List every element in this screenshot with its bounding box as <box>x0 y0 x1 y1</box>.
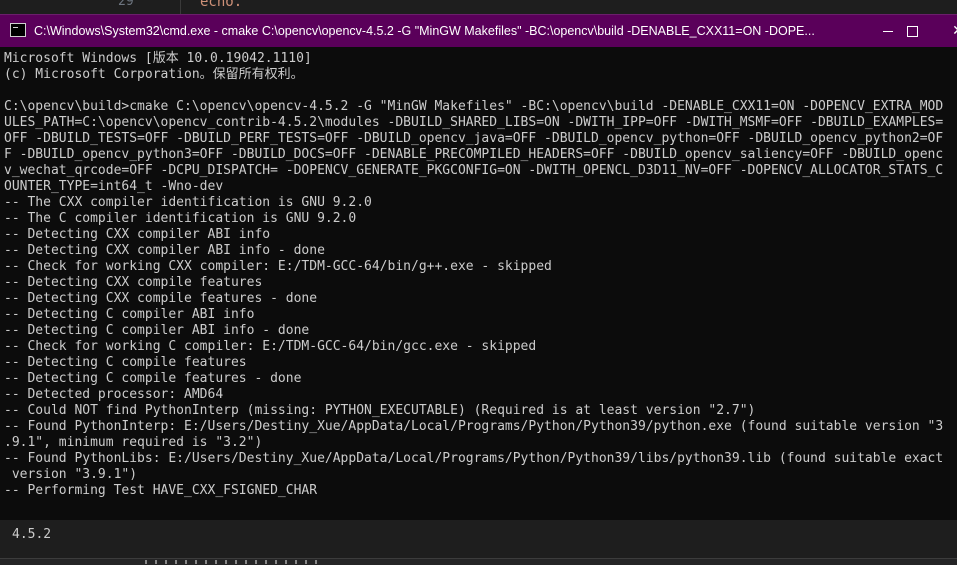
editor-gutter-divider <box>180 0 181 14</box>
console-title-bar[interactable]: C:\Windows\System32\cmd.exe - cmake C:\o… <box>0 15 957 47</box>
console-line: -- Detecting CXX compiler ABI info - don… <box>4 243 325 258</box>
console-line: -- Detecting C compiler ABI info - done <box>4 323 310 338</box>
console-line: .9.1", minimum required is "3.2") <box>4 435 263 450</box>
console-line: OUNTER_TYPE=int64_t -Wno-dev <box>4 179 224 194</box>
editor-code-line: echo. <box>200 0 243 10</box>
console-line: -- Found PythonLibs: E:/Users/Destiny_Xu… <box>4 451 944 466</box>
console-line: ULES_PATH=C:\opencv\opencv_contrib-4.5.2… <box>4 115 944 130</box>
close-icon: ✕ <box>952 23 957 39</box>
console-line: -- Detecting C compile features <box>4 355 247 370</box>
console-line: -- Detecting C compiler ABI info <box>4 307 255 322</box>
console-window[interactable]: C:\Windows\System32\cmd.exe - cmake C:\o… <box>0 14 957 520</box>
console-line: -- The CXX compiler identification is GN… <box>4 195 372 210</box>
console-line: v_wechat_qrcode=OFF -DCPU_DISPATCH= -DOP… <box>4 163 944 178</box>
console-line: -- Performing Test HAVE_CXX_FSIGNED_CHAR <box>4 483 318 498</box>
cmd-app-icon[interactable] <box>10 23 26 37</box>
console-line: -- The C compiler identification is GNU … <box>4 211 357 226</box>
editor-scroll-ticks <box>145 560 325 564</box>
editor-line-number: 29 <box>118 0 134 9</box>
console-line: OFF -DBUILD_TESTS=OFF -DBUILD_PERF_TESTS… <box>4 131 944 146</box>
console-line: C:\opencv\build>cmake C:\opencv\opencv-4… <box>4 99 944 114</box>
console-line: -- Check for working C compiler: E:/TDM-… <box>4 339 537 354</box>
console-line: Microsoft Windows [版本 10.0.19042.1110] <box>4 51 312 66</box>
console-output-text: Microsoft Windows [版本 10.0.19042.1110] (c… <box>4 51 943 499</box>
maximize-icon <box>906 25 918 37</box>
console-line: -- Detected processor: AMD64 <box>4 387 224 402</box>
console-line: version "3.9.1") <box>4 467 138 482</box>
console-output-area[interactable]: Microsoft Windows [版本 10.0.19042.1110] (c… <box>0 47 957 520</box>
console-line: (c) Microsoft Corporation。保留所有权利。 <box>4 67 304 82</box>
console-window-title: C:\Windows\System32\cmd.exe - cmake C:\o… <box>34 24 815 38</box>
console-line: -- Detecting CXX compiler ABI info <box>4 227 271 242</box>
maximize-button[interactable] <box>889 15 935 47</box>
console-line: -- Detecting CXX compile features - done <box>4 291 318 306</box>
close-button[interactable]: ✕ <box>935 15 957 47</box>
editor-output-text: 4.5.2 <box>12 527 52 542</box>
console-line: -- Detecting C compile features - done <box>4 371 302 386</box>
console-line: -- Could NOT find PythonInterp (missing:… <box>4 403 756 418</box>
console-line: -- Detecting CXX compile features <box>4 275 263 290</box>
console-line: -- Found PythonInterp: E:/Users/Destiny_… <box>4 419 944 434</box>
console-line: -- Check for working CXX compiler: E:/TD… <box>4 259 552 274</box>
console-line: F -DBUILD_opencv_python3=OFF -DBUILD_DOC… <box>4 147 944 162</box>
